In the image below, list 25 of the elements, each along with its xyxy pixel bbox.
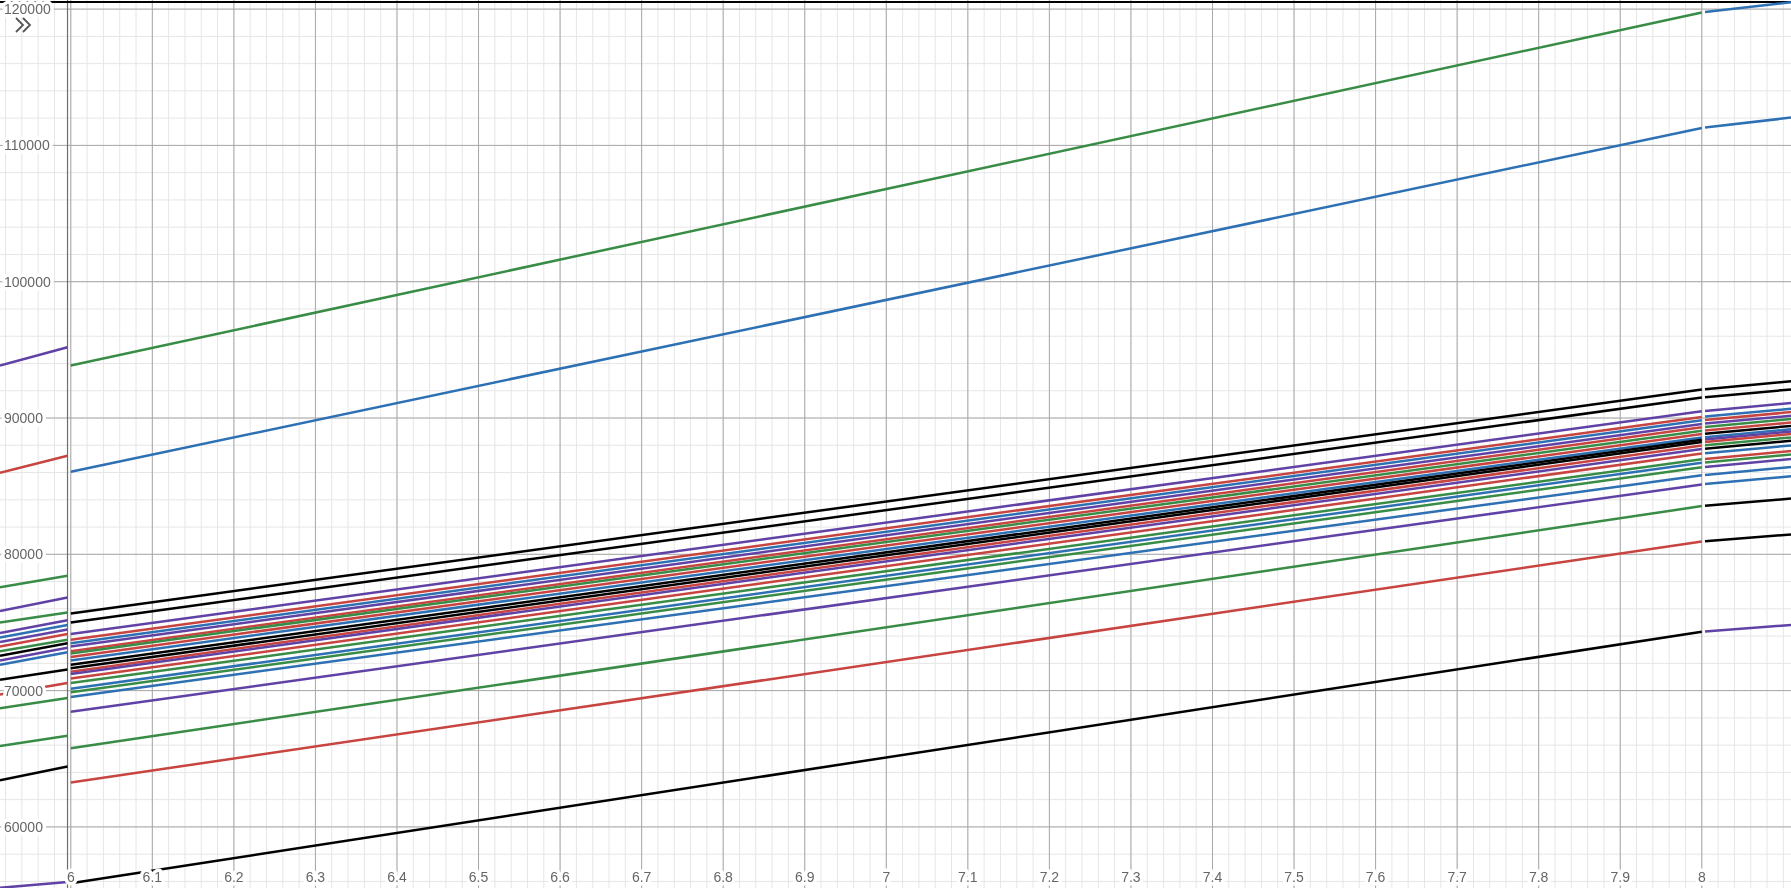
tick-label: 6.5 bbox=[468, 869, 489, 885]
tick-label: 7.5 bbox=[1284, 869, 1304, 885]
tick-label: 7.3 bbox=[1121, 869, 1141, 885]
tick-label: 110000 bbox=[4, 137, 50, 154]
tick-label: 6.8 bbox=[713, 869, 733, 885]
tick-label: 7 bbox=[882, 869, 891, 885]
tick-label: 6.1 bbox=[142, 869, 163, 885]
tick-label: 8 bbox=[1697, 869, 1706, 885]
tick-label: 7.9 bbox=[1610, 869, 1630, 885]
tick-label: 100000 bbox=[4, 273, 51, 290]
tick-label: 6.4 bbox=[387, 869, 407, 885]
tick-label: 7.7 bbox=[1447, 869, 1467, 885]
tick-label: 90000 bbox=[4, 410, 43, 426]
tick-label: 6.2 bbox=[224, 869, 244, 885]
tick-label: 6.7 bbox=[631, 869, 652, 885]
tick-label: 7.1 bbox=[958, 869, 978, 885]
tick-label: 60000 bbox=[4, 818, 43, 835]
tick-label: 6.3 bbox=[305, 869, 326, 885]
tick-label: 120000 bbox=[4, 1, 51, 18]
tick-label: 7.2 bbox=[1039, 869, 1060, 885]
tick-label: 80000 bbox=[4, 546, 43, 563]
tick-label: 6.9 bbox=[795, 869, 815, 885]
tick-label: 6.6 bbox=[550, 869, 570, 885]
tick-label: 7.6 bbox=[1365, 869, 1386, 885]
tick-label: 7.8 bbox=[1528, 869, 1549, 885]
